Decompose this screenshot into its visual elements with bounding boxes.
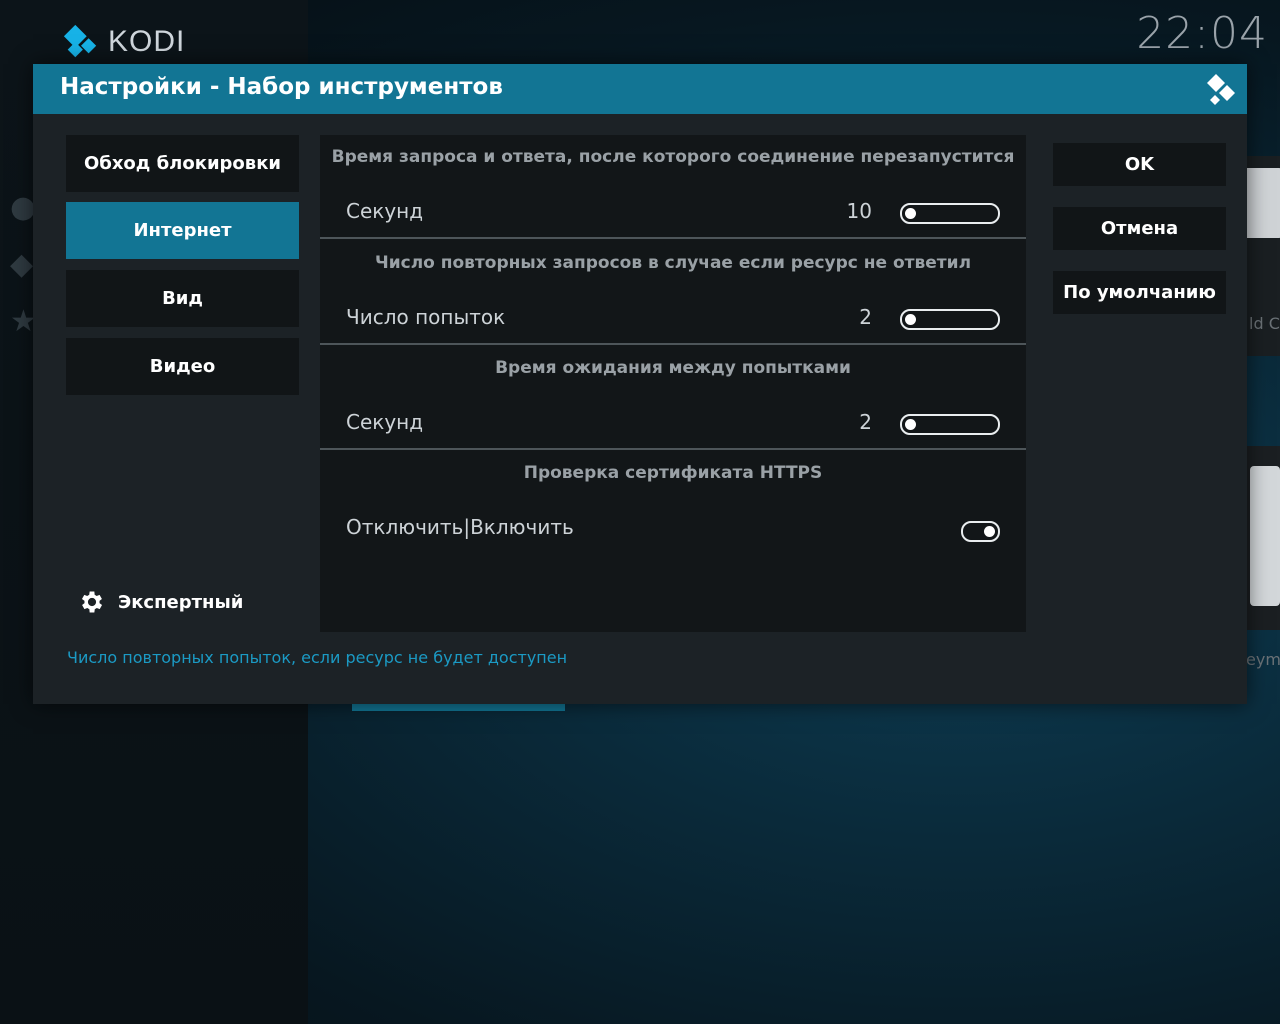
https-toggle[interactable] bbox=[961, 521, 1000, 542]
divider bbox=[320, 448, 1026, 450]
toggle-knob bbox=[984, 526, 995, 537]
category-view[interactable]: Вид bbox=[66, 270, 299, 327]
background-tile: ld Ca bbox=[1243, 156, 1280, 356]
tile-thumbnail bbox=[1243, 168, 1280, 238]
background-focus-bar bbox=[352, 704, 565, 711]
category-label: Видео bbox=[149, 356, 216, 377]
category-label: Обход блокировки bbox=[83, 153, 282, 174]
setting-title: Число повторных запросов в случае если р… bbox=[374, 253, 972, 273]
clock: 22:04 bbox=[1136, 8, 1268, 59]
defaults-button[interactable]: По умолчанию bbox=[1053, 271, 1226, 314]
setting-https-check[interactable]: Проверка сертификата HTTPS Отключить|Вкл… bbox=[320, 451, 1026, 556]
category-label: Вид bbox=[162, 288, 203, 309]
category-label: Интернет bbox=[133, 220, 232, 241]
setting-title: Проверка сертификата HTTPS bbox=[523, 463, 823, 483]
settings-dialog: Настройки - Набор инструментов Обход бло… bbox=[33, 64, 1247, 704]
kodi-logo-icon bbox=[63, 24, 97, 58]
setting-retry-count[interactable]: Число повторных запросов в случае если р… bbox=[320, 241, 1026, 346]
setting-request-timeout[interactable]: Время запроса и ответа, после которого с… bbox=[320, 135, 1026, 240]
slider-knob[interactable] bbox=[905, 314, 916, 325]
slider-knob[interactable] bbox=[905, 208, 916, 219]
tile-caption: eyma bbox=[1246, 650, 1280, 669]
defaults-label: По умолчанию bbox=[1063, 282, 1216, 303]
cancel-label: Отмена bbox=[1100, 218, 1179, 239]
slider-knob[interactable] bbox=[905, 419, 916, 430]
settings-level-label: Экспертный bbox=[118, 591, 244, 613]
setting-retry-delay[interactable]: Время ожидания между попытками Секунд 2 bbox=[320, 346, 1026, 451]
ok-label: OK bbox=[1124, 154, 1155, 175]
divider bbox=[320, 343, 1026, 345]
category-video[interactable]: Видео bbox=[66, 338, 299, 395]
settings-level-button[interactable]: Экспертный bbox=[78, 588, 243, 616]
kodi-wordmark: KODI bbox=[108, 25, 186, 58]
category-internet[interactable]: Интернет bbox=[66, 202, 299, 259]
ok-button[interactable]: OK bbox=[1053, 143, 1226, 186]
setting-label: Секунд bbox=[346, 410, 424, 434]
timeout-slider[interactable] bbox=[900, 203, 1000, 224]
setting-label: Число попыток bbox=[346, 305, 506, 329]
category-unblock[interactable]: Обход блокировки bbox=[66, 135, 299, 192]
retry-delay-slider[interactable] bbox=[900, 414, 1000, 435]
background-tile bbox=[1246, 446, 1280, 630]
gear-icon bbox=[81, 591, 103, 613]
setting-description: Число повторных попыток, если ресурс не … bbox=[67, 648, 568, 667]
settings-panel: Время запроса и ответа, после которого с… bbox=[320, 135, 1026, 632]
tile-thumbnail bbox=[1250, 466, 1280, 606]
setting-value: 2 bbox=[859, 410, 872, 434]
divider bbox=[320, 237, 1026, 239]
dialog-header: Настройки - Набор инструментов bbox=[33, 64, 1247, 114]
dialog-title: Настройки - Набор инструментов bbox=[60, 74, 503, 100]
tile-caption: ld Ca bbox=[1249, 314, 1280, 333]
setting-title: Время ожидания между попытками bbox=[495, 358, 851, 378]
setting-label: Секунд bbox=[346, 199, 424, 223]
setting-label: Отключить|Включить bbox=[346, 515, 574, 539]
cancel-button[interactable]: Отмена bbox=[1053, 207, 1226, 250]
retry-count-slider[interactable] bbox=[900, 309, 1000, 330]
setting-value: 10 bbox=[846, 199, 872, 223]
setting-title: Время запроса и ответа, после которого с… bbox=[331, 147, 1015, 167]
kodi-logo: KODI bbox=[62, 24, 185, 60]
setting-value: 2 bbox=[859, 305, 872, 329]
kodi-logo-icon bbox=[1207, 74, 1235, 105]
